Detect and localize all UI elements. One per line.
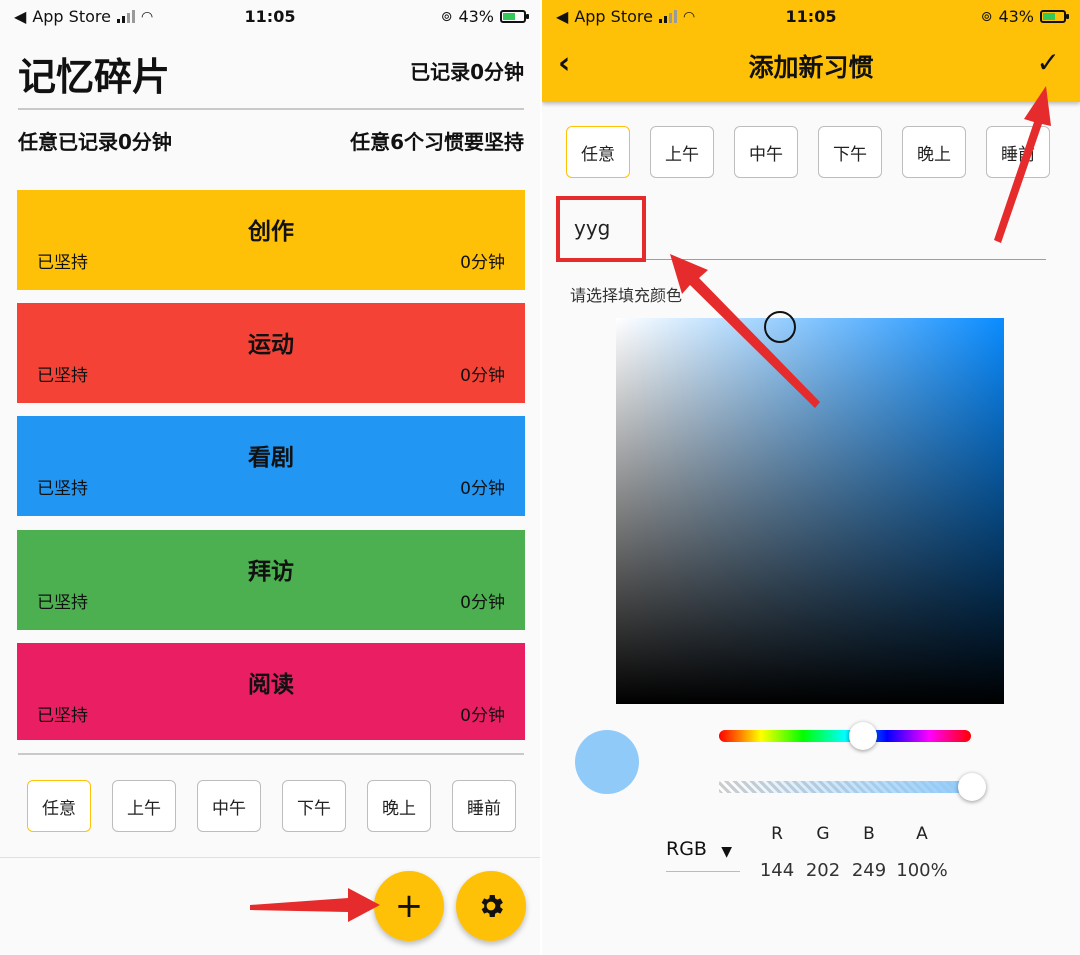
battery-percent: 43% [998, 7, 1034, 26]
divider [18, 108, 524, 110]
selected-color-swatch [575, 730, 639, 794]
gear-icon [481, 895, 503, 917]
habit-minutes: 0分钟 [460, 253, 505, 273]
rgba-g: G 202 [805, 824, 841, 881]
time-chip[interactable]: 任意 [27, 780, 91, 832]
habit-streak-label: 已坚持 [37, 253, 88, 273]
habit-minutes: 0分钟 [460, 366, 505, 386]
time-chip[interactable]: 睡前 [986, 126, 1050, 178]
habit-minutes: 0分钟 [460, 479, 505, 499]
rgba-readout: R 144 G 202 B 249 A 100% [754, 824, 952, 881]
time-chip[interactable]: 下午 [818, 126, 882, 178]
check-icon[interactable]: ✓ [1037, 46, 1060, 79]
habit-card[interactable]: 看剧已坚持 0分钟 [17, 416, 525, 516]
time-chip[interactable]: 任意 [566, 126, 630, 178]
bottom-bar-divider [0, 857, 540, 858]
habit-name: 拜访 [248, 559, 294, 585]
battery-icon [1040, 10, 1069, 23]
habit-card[interactable]: 拜访已坚持 0分钟 [17, 530, 525, 630]
saturation-value-picker[interactable] [616, 318, 1004, 704]
habit-card[interactable]: 创作已坚持 0分钟 [17, 190, 525, 290]
time-chip[interactable]: 中午 [197, 780, 261, 832]
time-chip[interactable]: 上午 [650, 126, 714, 178]
time-filter-chips: 任意 上午 中午 下午 晚上 睡前 [27, 780, 516, 832]
habit-list-screen: ◀ App Store ◠ 11:05 ⊚ 43% 记忆碎片 已记录0分钟 任意… [0, 0, 540, 955]
summary-habit-count: 任意6个习惯要坚持 [350, 130, 524, 154]
habit-streak-label: 已坚持 [37, 706, 88, 726]
add-habit-screen: ◀ App Store ◠ 11:05 ⊚ 43% ‹ 添加新习惯 ✓ 任意 上午… [542, 0, 1080, 955]
status-bar: ◀ App Store ◠ 11:05 ⊚ 43% [542, 0, 1080, 34]
orientation-lock-icon: ⊚ [440, 8, 453, 25]
rgba-a: A 100% [896, 824, 948, 881]
alpha-slider-thumb[interactable] [958, 773, 986, 801]
status-bar: ◀ App Store ◠ 11:05 ⊚ 43% [0, 0, 540, 34]
dropdown-caret-icon: ▼ [721, 844, 732, 860]
time-chip[interactable]: 上午 [112, 780, 176, 832]
habit-card[interactable]: 阅读已坚持 0分钟 [17, 643, 525, 740]
habit-name: 看剧 [248, 445, 294, 471]
habit-card[interactable]: 运动已坚持 0分钟 [17, 303, 525, 403]
add-habit-button[interactable]: + [374, 871, 444, 941]
habit-streak-label: 已坚持 [37, 593, 88, 613]
time-chip[interactable]: 睡前 [452, 780, 516, 832]
time-chip[interactable]: 晚上 [902, 126, 966, 178]
habit-streak-label: 已坚持 [37, 366, 88, 386]
habit-streak-label: 已坚持 [37, 479, 88, 499]
status-right: ⊚ 43% [980, 7, 1069, 26]
time-filter-chips: 任意 上午 中午 下午 晚上 睡前 [566, 126, 1050, 178]
status-right: ⊚ 43% [440, 7, 529, 26]
header-title: 添加新习惯 [748, 53, 874, 82]
fill-color-label: 请选择填充颜色 [570, 286, 683, 305]
total-recorded: 已记录0分钟 [410, 60, 524, 84]
time-chip[interactable]: 中午 [734, 126, 798, 178]
habit-minutes: 0分钟 [460, 593, 505, 613]
battery-icon [500, 10, 529, 23]
habit-name: 创作 [248, 219, 294, 245]
highlight-box [556, 196, 646, 262]
habit-name: 阅读 [248, 672, 294, 698]
page-title: 记忆碎片 [18, 55, 171, 99]
habit-name: 运动 [248, 332, 294, 358]
rgba-r: R 144 [759, 824, 795, 881]
rgba-b: B 249 [851, 824, 887, 881]
color-mode-select[interactable]: RGB ▼ [666, 838, 740, 872]
hue-slider[interactable] [719, 730, 971, 742]
orientation-lock-icon: ⊚ [980, 8, 993, 25]
divider [18, 753, 524, 755]
color-picker-cursor[interactable] [764, 311, 796, 343]
alpha-slider[interactable] [719, 781, 971, 793]
settings-button[interactable] [456, 871, 526, 941]
hue-slider-thumb[interactable] [849, 722, 877, 750]
color-mode-value: RGB [666, 838, 707, 860]
battery-percent: 43% [458, 7, 494, 26]
time-chip[interactable]: 晚上 [367, 780, 431, 832]
habit-minutes: 0分钟 [460, 706, 505, 726]
app-bar: ◀ App Store ◠ 11:05 ⊚ 43% ‹ 添加新习惯 ✓ [542, 0, 1080, 102]
time-chip[interactable]: 下午 [282, 780, 346, 832]
summary-recorded: 任意已记录0分钟 [18, 130, 172, 154]
